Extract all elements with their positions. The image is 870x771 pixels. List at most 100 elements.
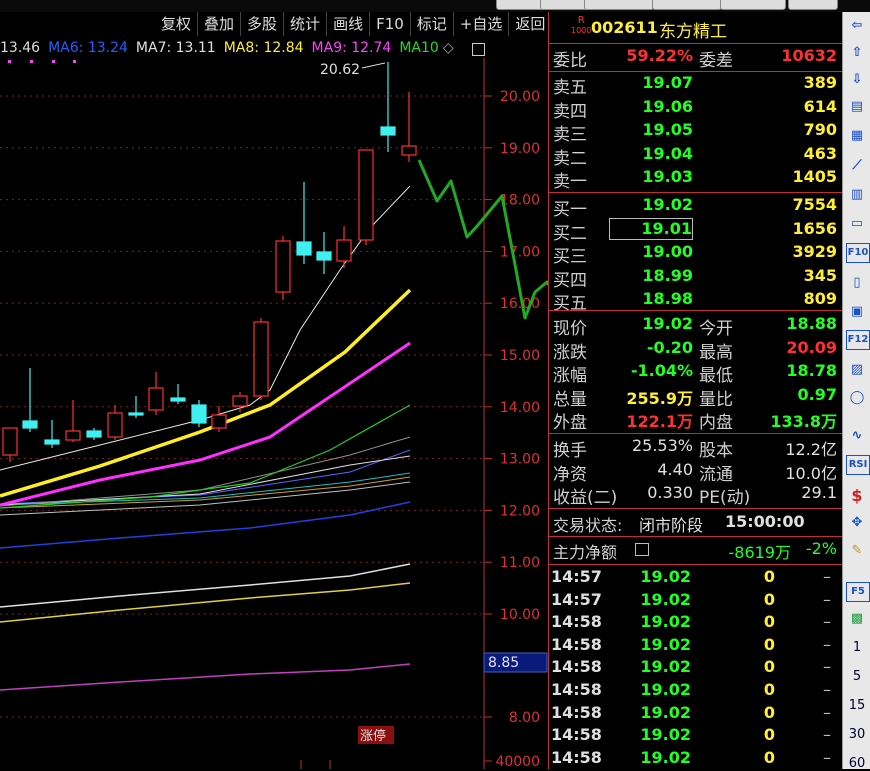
legend-dot bbox=[30, 60, 33, 63]
toolbar-button-3[interactable]: 统计 bbox=[284, 12, 328, 36]
book-price: 19.06 bbox=[642, 96, 693, 116]
toolbar-button-1[interactable]: 叠加 bbox=[198, 12, 242, 36]
ma-line-13 bbox=[0, 185, 411, 471]
toolbar-button-2[interactable]: 多股 bbox=[241, 12, 285, 36]
top-button[interactable] bbox=[788, 0, 838, 10]
book-row[interactable]: 买二 19.01 1656 bbox=[549, 217, 842, 244]
book-price: 19.07 bbox=[642, 73, 693, 92]
tick-price: 19.02 bbox=[640, 747, 691, 767]
stat-value: 0.330 bbox=[647, 483, 693, 502]
legend-dot bbox=[52, 60, 55, 63]
legend-toggle-icon[interactable]: ◇ bbox=[443, 40, 454, 58]
book-price: 19.03 bbox=[642, 167, 693, 186]
ma-line-2 bbox=[0, 563, 411, 608]
window-icon[interactable]: ▭ bbox=[846, 213, 868, 235]
stat-value: 10.0亿 bbox=[785, 463, 837, 483]
top-button[interactable] bbox=[720, 0, 786, 10]
kline-chart[interactable]: 20.0019.0018.0017.0016.0015.0014.0013.00… bbox=[0, 58, 548, 769]
ma-legend-item: MA8: 12.84 bbox=[223, 40, 304, 56]
tick-volume: 0 bbox=[763, 702, 775, 722]
notes-icon[interactable]: ▤ bbox=[846, 96, 868, 118]
stat-label: 今开 bbox=[699, 319, 733, 339]
divider bbox=[549, 71, 842, 72]
book-volume: 614 bbox=[803, 96, 837, 116]
top-strip bbox=[0, 0, 870, 12]
legend-menu-icon[interactable] bbox=[471, 43, 485, 56]
toolbar-button-6[interactable]: 标记 bbox=[410, 12, 454, 36]
f12-icon[interactable]: F12 bbox=[846, 330, 870, 350]
book-icon[interactable]: ▯ bbox=[846, 272, 868, 294]
book-row[interactable]: 卖二 19.04 463 bbox=[549, 144, 842, 169]
tick-price: 19.02 bbox=[640, 725, 691, 745]
arrow-down-icon[interactable]: ⇩ bbox=[846, 69, 868, 91]
toolbar-button-7[interactable]: +自选 bbox=[453, 12, 510, 36]
weicha-label: 委差 bbox=[699, 51, 733, 71]
green-box-icon[interactable]: ▩ bbox=[846, 608, 868, 630]
tick-direction: – bbox=[823, 680, 831, 699]
flow-list-icon[interactable] bbox=[635, 543, 649, 556]
toolbar-button-5[interactable]: F10 bbox=[370, 12, 411, 36]
main-flow-row[interactable]: 主力净额 -8619万 -2% bbox=[549, 539, 842, 562]
book-row[interactable]: 卖四 19.06 614 bbox=[549, 96, 842, 122]
tick-row: 14:58 19.02 0 – bbox=[549, 635, 842, 657]
tick-volume: 0 bbox=[763, 567, 775, 586]
axis-label: 11.00 bbox=[500, 555, 540, 571]
book-row[interactable]: 买五 18.98 809 bbox=[549, 289, 842, 314]
axis-label: 20.00 bbox=[500, 89, 540, 105]
badge-top: R bbox=[577, 15, 585, 26]
stat-value: 122.1万 bbox=[626, 412, 693, 431]
tick-time: 14:58 bbox=[551, 657, 602, 677]
book-row[interactable]: 买三 19.00 3929 bbox=[549, 242, 842, 267]
top-button[interactable] bbox=[540, 0, 590, 10]
stat-value: 19.02 bbox=[642, 314, 693, 333]
book-row[interactable]: 卖一 19.03 1405 bbox=[549, 167, 842, 192]
tick-volume: 0 bbox=[763, 612, 775, 632]
stat-value: 4.40 bbox=[657, 459, 693, 479]
pen-icon[interactable]: ✎ bbox=[846, 540, 868, 562]
period-button-5[interactable]: 5 bbox=[843, 669, 870, 684]
grid-icon[interactable]: ▦ bbox=[846, 125, 868, 147]
stat-value: 29.1 bbox=[801, 483, 837, 502]
book-volume: 389 bbox=[803, 73, 837, 92]
stat-label: 内盘 bbox=[699, 413, 733, 433]
top-button[interactable] bbox=[652, 0, 722, 10]
axis-label: 12.00 bbox=[500, 503, 540, 519]
tick-direction: – bbox=[823, 567, 831, 586]
rsi-icon[interactable]: RSI bbox=[846, 455, 870, 475]
f10-icon[interactable]: F10 bbox=[846, 243, 870, 263]
dollar-icon[interactable]: $ bbox=[846, 485, 868, 507]
weibi-label: 委比 bbox=[553, 51, 587, 71]
top-button[interactable] bbox=[496, 0, 546, 10]
f5-icon[interactable]: F5 bbox=[846, 582, 870, 602]
book-row[interactable]: 卖三 19.05 790 bbox=[549, 120, 842, 145]
book-row[interactable]: 买一 19.02 7554 bbox=[549, 195, 842, 220]
tick-time: 14:58 bbox=[551, 725, 602, 745]
axis-label: 18.00 bbox=[500, 193, 540, 209]
book-row[interactable]: 买四 18.99 345 bbox=[549, 266, 842, 291]
wave-icon[interactable]: ∿ bbox=[846, 425, 868, 447]
book-label: 卖一 bbox=[553, 172, 587, 192]
candle-body bbox=[128, 412, 144, 416]
line-chart-icon[interactable]: ⟋ bbox=[846, 155, 868, 177]
stat-value: 255.9万 bbox=[626, 388, 693, 408]
period-button-1[interactable]: 1 bbox=[843, 640, 870, 655]
period-button-15[interactable]: 15 bbox=[843, 698, 870, 713]
refresh-icon[interactable]: ◯ bbox=[846, 387, 868, 409]
arrow-left-icon[interactable]: ⇦ bbox=[846, 15, 868, 37]
stat-row: 总量 255.9万 量比 0.97 bbox=[549, 385, 842, 410]
book-row[interactable]: 卖五 19.07 389 bbox=[549, 73, 842, 98]
stat-label: 收益(二) bbox=[553, 488, 618, 508]
top-button[interactable] bbox=[584, 0, 654, 10]
toolbar-button-0[interactable]: 复权 bbox=[155, 12, 199, 36]
self-select-icon[interactable]: ▣ bbox=[846, 301, 868, 323]
move-icon[interactable]: ✥ bbox=[846, 512, 868, 534]
stat-value: -0.20 bbox=[646, 337, 693, 357]
arrow-up-icon[interactable]: ⇧ bbox=[846, 42, 868, 64]
axis-label: 17.00 bbox=[500, 244, 540, 260]
candle-icon[interactable]: ▥ bbox=[846, 184, 868, 206]
f10b-icon[interactable]: ▨ bbox=[846, 359, 868, 381]
status-label: 交易状态: bbox=[553, 516, 623, 535]
toolbar-button-4[interactable]: 画线 bbox=[327, 12, 371, 36]
period-button-30[interactable]: 30 bbox=[843, 727, 870, 742]
toolbar-button-8[interactable]: 返回 bbox=[509, 12, 553, 36]
